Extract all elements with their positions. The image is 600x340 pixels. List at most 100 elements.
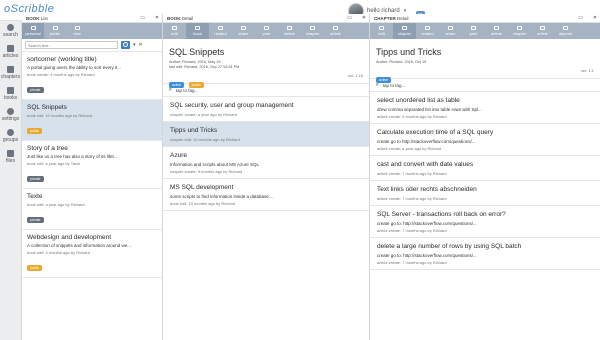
left-nav: search articles chapters books settings … bbox=[0, 21, 22, 340]
list-item-selected[interactable]: Tipps und Tricks chapter edit: 10 months… bbox=[163, 122, 369, 147]
search-icon bbox=[7, 24, 14, 31]
list-item[interactable]: SQL security, user and group management … bbox=[163, 97, 369, 122]
tab-book[interactable]: book bbox=[186, 23, 209, 39]
nav-search[interactable]: search bbox=[0, 21, 21, 42]
item-title: SQL Server - transactions roll back on e… bbox=[377, 211, 506, 218]
chevron-down-icon[interactable]: ▾ bbox=[404, 8, 407, 14]
share-icon bbox=[241, 26, 246, 30]
list-item[interactable]: MS SQL development some scripts to find … bbox=[163, 179, 369, 211]
tab-article[interactable]: article bbox=[324, 23, 347, 39]
item-meta: chapter create: a year ago by Richard bbox=[170, 112, 237, 117]
list-item[interactable]: Story of a tree Just like us a tree has … bbox=[22, 141, 162, 189]
list-item[interactable]: select unordered list as table drew comm… bbox=[370, 92, 600, 124]
nav-settings[interactable]: settings bbox=[0, 105, 21, 126]
item-desc: drew comma separated list into table row… bbox=[377, 107, 482, 112]
close-icon[interactable]: ✕ bbox=[362, 15, 366, 21]
book-detail-panel: BOOK Detail ▭ ✕ edit book related share p… bbox=[163, 14, 370, 340]
monitor-icon[interactable]: ▭ bbox=[347, 15, 352, 21]
item-meta: article create: 7 months ago by Richard bbox=[377, 171, 447, 176]
nav-groups[interactable]: groups bbox=[0, 126, 21, 147]
globe-icon bbox=[52, 26, 58, 30]
list-item[interactable]: Texte book edit: a year ago by Richard p… bbox=[22, 189, 162, 230]
list-item[interactable]: sortcorner (working title) A portal givi… bbox=[22, 52, 162, 100]
tab-label: chapter bbox=[305, 31, 320, 36]
user-name[interactable]: hello richard bbox=[367, 8, 400, 14]
nav-label: settings bbox=[1, 116, 20, 122]
tab-label: related bbox=[214, 31, 227, 36]
nav-label: groups bbox=[2, 137, 19, 143]
search-input[interactable] bbox=[25, 41, 118, 49]
tab-article[interactable]: article bbox=[531, 23, 554, 39]
nav-chapters[interactable]: chapters bbox=[0, 63, 21, 84]
list-item[interactable]: Text links oder rechts abschneiden artic… bbox=[370, 181, 600, 206]
item-title: MS SQL development bbox=[170, 184, 234, 191]
tab-label: share bbox=[445, 31, 456, 36]
tab-new-chapter[interactable]: chapter bbox=[508, 23, 531, 39]
list-item[interactable]: SQL Server - transactions roll back on e… bbox=[370, 206, 600, 238]
item-title: Story of a tree bbox=[27, 145, 68, 152]
item-meta: book edit: 4 months ago by Richard bbox=[27, 250, 90, 255]
clear-icon[interactable]: ✕ bbox=[139, 42, 143, 48]
item-desc: create go to http://stackoverflow.com/qu… bbox=[377, 139, 476, 144]
tab-share[interactable]: share bbox=[232, 23, 255, 39]
nav-files[interactable]: files bbox=[0, 147, 21, 168]
filter-icon[interactable]: ▾ bbox=[133, 42, 136, 48]
tab-delete[interactable]: delete bbox=[485, 23, 508, 39]
list-item[interactable]: cast and convert with date values articl… bbox=[370, 156, 600, 181]
nav-articles[interactable]: articles bbox=[0, 42, 21, 63]
nav-books[interactable]: books bbox=[0, 84, 21, 105]
tab-public[interactable]: public bbox=[44, 23, 66, 39]
tab-depend[interactable]: depend bbox=[554, 23, 577, 39]
tab-related[interactable]: related bbox=[416, 23, 439, 39]
item-meta: article create: 9 months ago by Richard bbox=[377, 114, 447, 119]
tab-related[interactable]: related bbox=[209, 23, 232, 39]
list-item-selected[interactable]: SQL Snippets book edit: 10 months ago by… bbox=[22, 100, 162, 141]
item-title: SQL security, user and group management bbox=[170, 102, 294, 109]
list-item[interactable]: delete a large number of rows by using S… bbox=[370, 238, 600, 270]
monitor-icon[interactable]: ▭ bbox=[140, 15, 145, 21]
tab-edit[interactable]: edit bbox=[370, 23, 393, 39]
panel-title: BOOK List bbox=[26, 16, 48, 21]
monitor-icon[interactable]: ▭ bbox=[578, 15, 583, 21]
item-title: Tipps und Tricks bbox=[170, 127, 218, 134]
tag-placeholder[interactable]: tap to tag... bbox=[383, 83, 406, 88]
tab-chapter[interactable]: chapter bbox=[301, 23, 324, 39]
item-meta: article create: 7 months ago by Richard bbox=[377, 260, 447, 265]
tab-chapter[interactable]: chapter bbox=[393, 23, 416, 39]
item-title: Calculate execution time of a SQL query bbox=[377, 129, 494, 136]
link-icon bbox=[425, 26, 430, 30]
item-title: Webdesign and development bbox=[27, 234, 112, 241]
item-meta: book edit: a year ago by Tacer bbox=[27, 161, 81, 166]
list-item[interactable]: Calculate execution time of a SQL query … bbox=[370, 124, 600, 156]
item-title: Text links oder rechts abschneiden bbox=[377, 186, 477, 193]
article-icon bbox=[540, 26, 545, 30]
tab-delete[interactable]: delete bbox=[278, 23, 301, 39]
chapter-detail-panel: CHAPTER Detail ▭ ✕ edit chapter related s… bbox=[370, 14, 600, 340]
item-desc: some scripts to find information inside … bbox=[170, 194, 274, 199]
item-desc: Information and scripts about MS Azure S… bbox=[170, 162, 260, 167]
tab-label: depend bbox=[558, 31, 573, 36]
list-item[interactable]: Azure Information and scripts about MS A… bbox=[163, 147, 369, 179]
tab-label: new bbox=[73, 31, 81, 36]
tab-label: article bbox=[330, 31, 341, 36]
version-label: ver. 1.1 bbox=[580, 68, 594, 73]
user-icon bbox=[30, 26, 36, 30]
tab-print[interactable]: print bbox=[255, 23, 278, 39]
tab-share[interactable]: share bbox=[439, 23, 462, 39]
app-window: oScribble hello richard ▾ 91 search arti… bbox=[0, 0, 600, 340]
search-row: ▾ ✕ bbox=[22, 39, 162, 52]
author-info: Author: Richard, 2016, Oct 19 bbox=[376, 60, 427, 64]
tab-new[interactable]: new bbox=[66, 23, 88, 39]
close-icon[interactable]: ✕ bbox=[155, 15, 159, 21]
nav-label: articles bbox=[2, 53, 19, 59]
tab-personal[interactable]: personal bbox=[22, 23, 44, 39]
list-item[interactable]: Webdesign and development A collection o… bbox=[22, 230, 162, 278]
close-icon[interactable]: ✕ bbox=[593, 15, 597, 21]
item-desc: Just like us a tree has also a story of … bbox=[27, 154, 118, 159]
panel-header: CHAPTER Detail ▭ ✕ bbox=[370, 14, 600, 23]
tab-print[interactable]: print bbox=[462, 23, 485, 39]
search-button[interactable] bbox=[121, 41, 130, 49]
tag-row[interactable]: # tap to tag... bbox=[370, 79, 600, 92]
version-label: ver. 1.16 bbox=[347, 73, 363, 78]
tab-edit[interactable]: edit bbox=[163, 23, 186, 39]
